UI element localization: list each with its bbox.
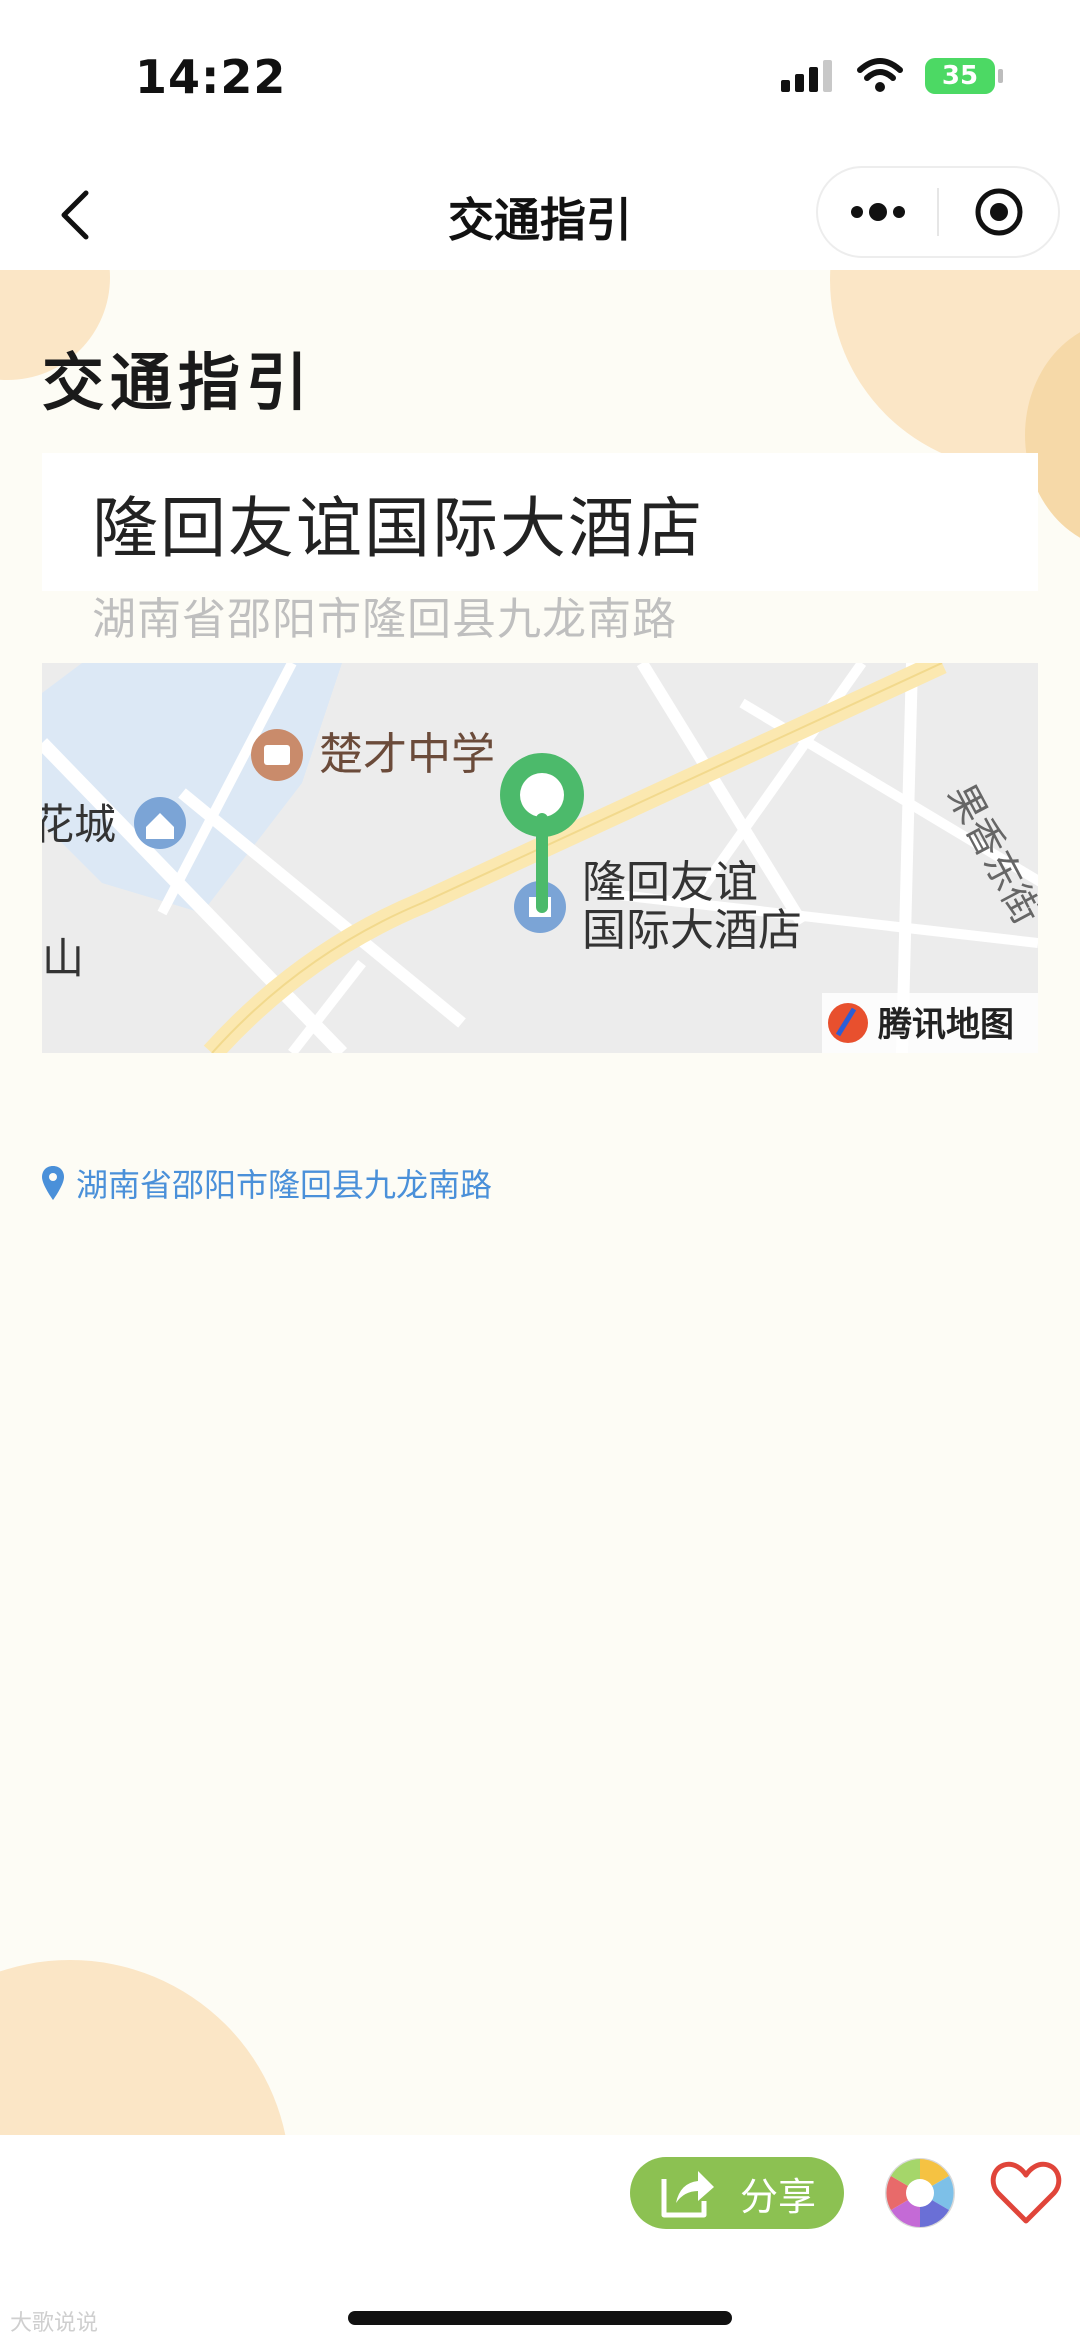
heart-icon <box>990 2161 1062 2224</box>
mini-program-capsule <box>816 166 1060 258</box>
wifi-icon <box>857 58 903 92</box>
signal-icon <box>781 60 832 92</box>
address-link-text: 湖南省邵阳市隆回县九龙南路 <box>76 1166 493 1204</box>
venue-address: 湖南省邵阳市隆回县九龙南路 <box>92 594 677 645</box>
share-icon <box>661 2171 714 2218</box>
map-label-hotel-line1: 隆回友谊 <box>582 857 758 908</box>
favorite-button[interactable] <box>990 2157 1062 2229</box>
page-heading: 交通指引 <box>42 346 315 419</box>
venue-name: 隆回友谊国际大酒店 <box>92 490 704 567</box>
map-view[interactable]: 楚才中学 花城 山 隆回友谊 国际大酒店 果香东街 腾讯地图 <box>42 663 1038 1053</box>
map-label-shan: 山 <box>42 934 84 983</box>
bottom-bar: 分享 大歌说说 <box>0 2135 1080 2341</box>
address-link[interactable]: 湖南省邵阳市隆回县九龙南路 <box>42 1160 492 1206</box>
decor-blob <box>0 1960 290 2135</box>
watermark: 大歌说说 <box>10 2311 99 2336</box>
more-button[interactable] <box>818 168 937 256</box>
target-icon <box>975 188 1022 236</box>
battery-icon: 35 <box>925 58 1003 94</box>
main-content: 交通指引 隆回友谊国际大酒店 湖南省邵阳市隆回县九龙南路 楚才中学 花城 山 隆… <box>0 270 1080 2135</box>
status-icons: 35 <box>781 58 1003 94</box>
map-provider-label: 腾讯地图 <box>878 1005 1014 1045</box>
venue-card: 隆回友谊国际大酒店 <box>42 453 1038 591</box>
map-label-huacheng: 花城 <box>42 800 116 849</box>
more-dots-icon <box>850 203 905 221</box>
status-time: 14:22 <box>135 50 287 104</box>
map-label-school: 楚才中学 <box>319 729 495 780</box>
photo-button[interactable] <box>882 2155 958 2231</box>
share-label: 分享 <box>739 2174 816 2219</box>
nav-bar: 交通指引 <box>0 160 1080 270</box>
camera-aperture-icon <box>885 2158 955 2228</box>
close-mini-program-button[interactable] <box>939 168 1058 256</box>
status-bar: 14:22 35 <box>0 0 1080 160</box>
location-pin-icon <box>42 1166 64 1200</box>
share-button[interactable]: 分享 <box>630 2157 844 2229</box>
map-label-hotel-line2: 国际大酒店 <box>582 905 802 956</box>
home-indicator <box>348 2311 732 2325</box>
